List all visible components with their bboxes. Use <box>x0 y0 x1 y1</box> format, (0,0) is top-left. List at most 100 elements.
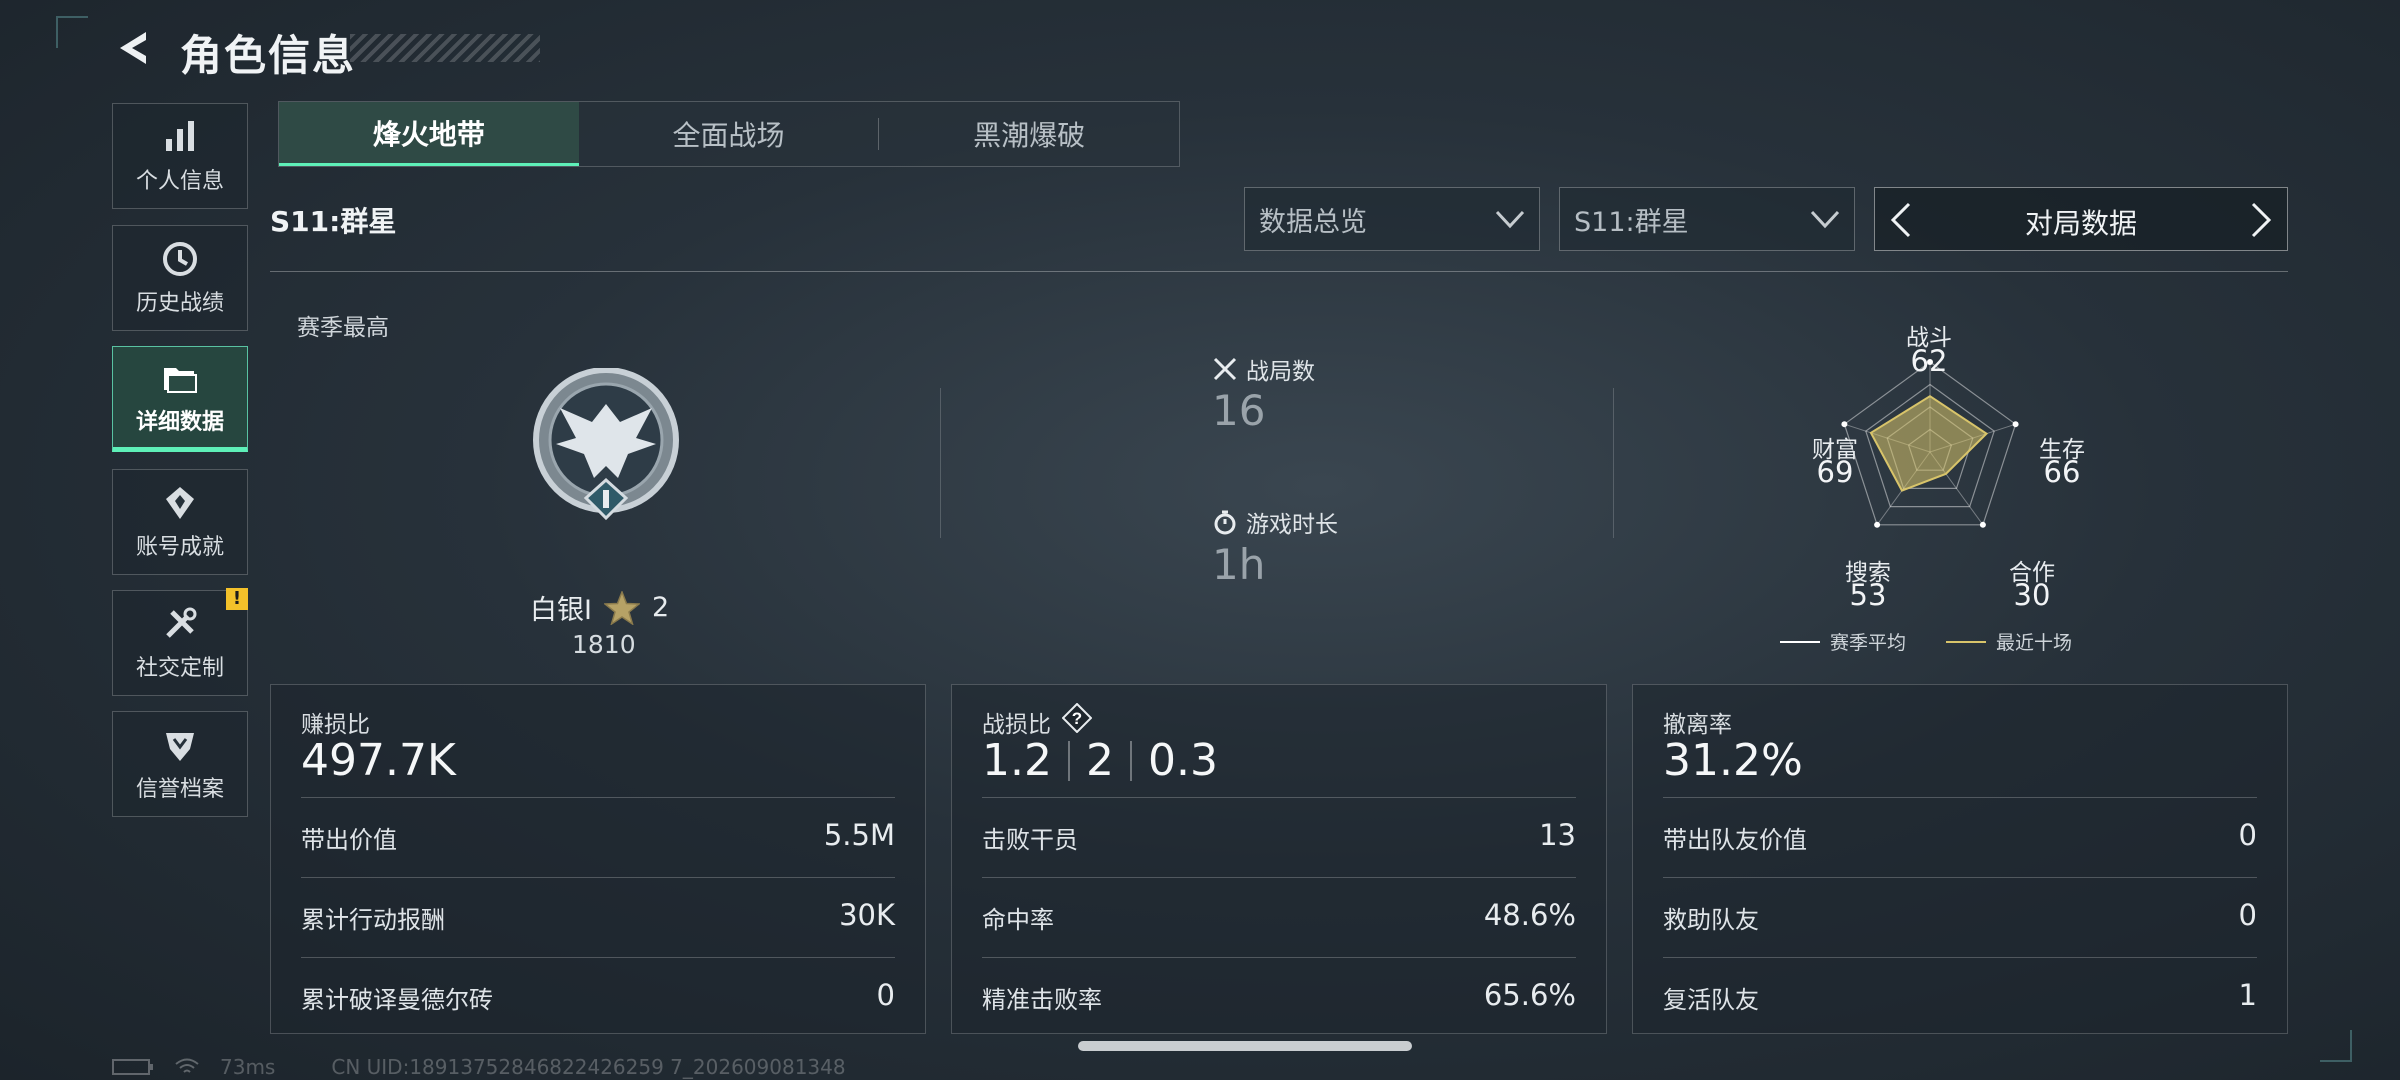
data-type-switcher: 对局数据 <box>1874 187 2288 251</box>
ratio-separator <box>1129 740 1132 781</box>
data-overview-dropdown[interactable]: 数据总览 <box>1244 187 1540 251</box>
stat-row: 累计破译曼德尔砖 0 <box>301 957 895 1038</box>
radar-value-search: 53 <box>1849 578 1887 612</box>
legend-line-white <box>1780 640 1820 643</box>
kd-ratio: 1.2 2 0.3 <box>982 735 1218 786</box>
rank-stars: 2 <box>651 592 670 623</box>
chevron-right-icon[interactable] <box>2249 202 2273 238</box>
vertical-divider <box>1613 388 1614 538</box>
stat-value: 0 <box>2238 898 2257 932</box>
stat-row: 复活队友 1 <box>1663 957 2257 1038</box>
ratio-value: 0.3 <box>1147 735 1218 786</box>
radar-vertex-dot <box>2012 421 2019 428</box>
stat-row: 命中率 48.6% <box>982 877 1576 958</box>
stat-row: 救助队友 0 <box>1663 877 2257 958</box>
legend-season-avg: 赛季平均 <box>1780 628 1906 655</box>
radar-vertex-dot <box>1979 521 1986 528</box>
stat-key: 精准击败率 <box>982 986 1102 1014</box>
sidebar-item-label: 历史战绩 <box>135 291 224 316</box>
season-dropdown[interactable]: S11:群星 <box>1559 187 1855 251</box>
sidebar-item-label: 账号成就 <box>135 535 224 560</box>
stat-key: 命中率 <box>982 906 1054 934</box>
panel-main-value: 31.2% <box>1663 735 1803 786</box>
radar-value-teamwork: 30 <box>2013 578 2051 612</box>
corner-decoration <box>2320 1030 2352 1062</box>
tab-black-tide[interactable]: 黑潮爆破 <box>879 102 1179 166</box>
stat-value: 30K <box>839 898 895 932</box>
panel-title: 战损比 <box>982 712 1051 738</box>
ratio-value: 1.2 <box>982 735 1052 786</box>
ratio-separator <box>1067 740 1070 781</box>
chevron-down-icon <box>1495 210 1525 229</box>
uid-text: CN UID:18913752846822426259 7_2026090813… <box>331 1055 846 1079</box>
bar-chart-icon <box>166 121 194 151</box>
stat-row: 精准击败率 65.6% <box>982 957 1576 1038</box>
stat-key: 累计破译曼德尔砖 <box>301 986 493 1014</box>
radar-vertex-dot <box>1841 421 1848 428</box>
tab-warzone[interactable]: 烽火地带 <box>279 102 579 166</box>
panel-title: 赚损比 <box>301 712 370 738</box>
season-best-label: 赛季最高 <box>297 315 389 341</box>
legend-recent-ten: 最近十场 <box>1946 628 2072 655</box>
season-title: S11:群星 <box>270 205 397 238</box>
wifi-icon <box>175 1058 199 1073</box>
tools-icon <box>166 607 197 638</box>
playtime-label: 游戏时长 <box>1212 505 1338 539</box>
help-icon-glyph: ? <box>1072 709 1082 728</box>
stat-value: 0 <box>876 978 895 1012</box>
matches-label-text: 战局数 <box>1246 359 1315 385</box>
stat-key: 复活队友 <box>1663 986 1759 1014</box>
rank-points: 1810 <box>572 630 636 659</box>
medal-icon <box>166 487 194 519</box>
ratio-value: 2 <box>1085 735 1114 786</box>
section-divider <box>270 271 2288 272</box>
radar-value-combat: 62 <box>1910 344 1948 378</box>
help-icon[interactable]: ? <box>1062 703 1092 733</box>
stat-value: 1 <box>2238 978 2257 1012</box>
rank-emblem-icon <box>533 368 679 521</box>
sidebar-item-label: 个人信息 <box>135 169 224 194</box>
rank-info: 白银I 2 <box>530 588 669 627</box>
crossed-swords-icon <box>1213 357 1237 381</box>
legend-label: 赛季平均 <box>1830 632 1907 654</box>
page-title: 角色信息 <box>180 31 357 80</box>
stat-value: 65.6% <box>1483 978 1576 1012</box>
shield-icon <box>166 733 194 761</box>
playtime-label-text: 游戏时长 <box>1246 512 1338 538</box>
stat-value: 48.6% <box>1483 898 1576 932</box>
stat-key: 救助队友 <box>1663 906 1759 934</box>
tab-full-battlefield[interactable]: 全面战场 <box>579 102 879 166</box>
radar-legend: 赛季平均 最近十场 <box>1780 628 2072 655</box>
title-decoration <box>350 34 540 62</box>
rank-name: 白银I <box>530 595 592 626</box>
notification-badge: ! <box>226 588 248 610</box>
status-footer: 73ms CN UID:18913752846822426259 7_20260… <box>112 1055 846 1079</box>
stat-row: 累计行动报酬 30K <box>301 877 895 958</box>
clock-icon <box>163 242 197 276</box>
playtime-value: 1h <box>1212 540 1266 589</box>
profit-panel: 赚损比 497.7K 带出价值 5.5M 累计行动报酬 30K 累计破译曼德尔砖 0 <box>270 684 926 1034</box>
sidebar-item-profile[interactable]: 个人信息 <box>112 103 248 209</box>
matches-value: 16 <box>1212 386 1266 435</box>
radar-value-wealth: 69 <box>1816 455 1854 489</box>
star-icon <box>603 590 640 625</box>
home-indicator[interactable] <box>1078 1041 1412 1051</box>
chevron-down-icon <box>1810 210 1840 229</box>
panel-main-value: 497.7K <box>301 735 456 786</box>
mode-tabs: 烽火地带 全面战场 黑潮爆破 <box>278 101 1180 167</box>
sidebar-item-history[interactable]: 历史战绩 <box>112 225 248 331</box>
radar-recent-ten-shape <box>1869 395 1989 492</box>
dropdown-value: S11:群星 <box>1574 206 1689 238</box>
ping-text: 73ms <box>220 1055 276 1079</box>
stat-value: 13 <box>1539 818 1576 852</box>
folder-icon <box>164 368 197 393</box>
sidebar-item-reputation[interactable]: 信誉档案 <box>112 711 248 817</box>
extract-panel: 撤离率 31.2% 带出队友价值 0 救助队友 0 复活队友 1 <box>1632 684 2288 1034</box>
back-arrow-icon[interactable] <box>112 26 156 70</box>
data-type-label: 对局数据 <box>2024 207 2137 240</box>
combat-panel: 战损比 ? 1.2 2 0.3 击败干员 13 命中率 48.6% 精准击败率 65.… <box>951 684 1607 1034</box>
sidebar-item-label: 社交定制 <box>135 656 224 681</box>
sidebar-item-achievements[interactable]: 账号成就 <box>112 469 248 575</box>
sidebar-item-details[interactable]: 详细数据 <box>112 346 248 452</box>
matches-label: 战局数 <box>1212 352 1315 386</box>
